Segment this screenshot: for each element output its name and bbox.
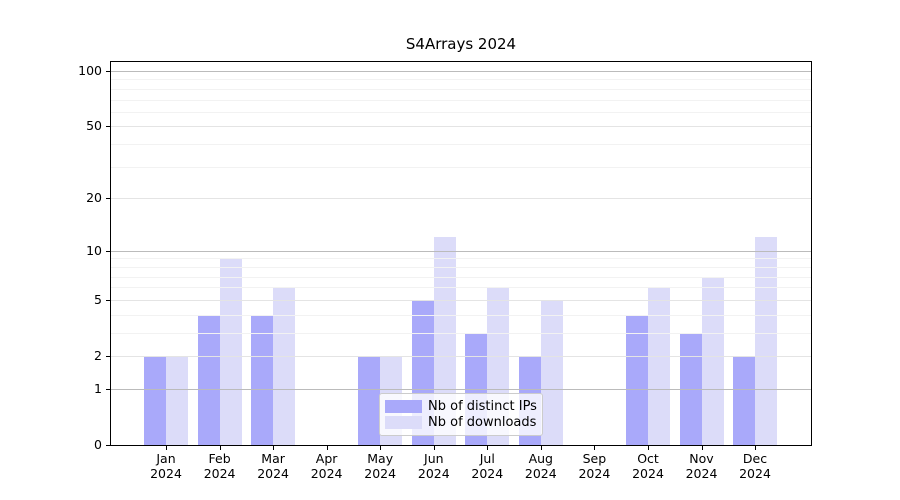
bar-ips-dec xyxy=(733,356,755,445)
legend-label-distinct-ips: Nb of distinct IPs xyxy=(428,399,537,414)
x-tick-apr xyxy=(327,446,328,450)
bar-ips-may xyxy=(358,356,380,445)
bar-downloads-mar xyxy=(273,287,295,445)
x-tick-jan xyxy=(166,446,167,450)
bar-ips-mar xyxy=(251,315,273,445)
legend-item-distinct-ips: Nb of distinct IPs xyxy=(385,398,536,415)
gridline-20 xyxy=(111,198,811,199)
gridline-30 xyxy=(111,167,811,168)
y-tick-label-50: 50 xyxy=(7,118,102,134)
x-tick-oct xyxy=(648,446,649,450)
chart-title: S4Arrays 2024 xyxy=(110,35,812,53)
legend: Nb of distinct IPs Nb of downloads xyxy=(379,393,543,436)
gridline-4 xyxy=(111,315,811,316)
x-tick-nov xyxy=(702,446,703,450)
y-tick-label-1: 1 xyxy=(7,381,102,397)
gridline-5 xyxy=(111,300,811,301)
x-tick-jul xyxy=(487,446,488,450)
x-tick-dec xyxy=(755,446,756,450)
x-tick-mar xyxy=(273,446,274,450)
legend-item-downloads: Nb of downloads xyxy=(385,415,536,432)
gridline-7 xyxy=(111,277,811,278)
y-tick-label-100: 100 xyxy=(7,63,102,79)
y-tick-label-10: 10 xyxy=(7,243,102,259)
y-tick-20 xyxy=(106,198,110,199)
x-tick-aug xyxy=(541,446,542,450)
legend-swatch-downloads xyxy=(385,416,422,429)
bar-ips-jan xyxy=(144,356,166,445)
gridline-3 xyxy=(111,333,811,334)
bar-ips-feb xyxy=(198,315,220,445)
x-tick-label-dec: Dec2024 xyxy=(723,451,787,481)
legend-swatch-distinct-ips xyxy=(385,400,422,413)
gridline-50 xyxy=(111,126,811,127)
gridline-100 xyxy=(111,71,811,72)
plot-area: Nb of distinct IPs Nb of downloads xyxy=(110,61,812,446)
y-tick-label-2: 2 xyxy=(7,348,102,364)
y-tick-50 xyxy=(106,126,110,127)
bar-downloads-nov xyxy=(702,277,724,446)
gridline-70 xyxy=(111,100,811,101)
y-tick-0 xyxy=(106,445,110,446)
bar-downloads-oct xyxy=(648,287,670,445)
gridline-2 xyxy=(111,356,811,357)
gridline-60 xyxy=(111,112,811,113)
x-tick-jun xyxy=(434,446,435,450)
x-tick-feb xyxy=(220,446,221,450)
legend-label-downloads: Nb of downloads xyxy=(428,415,536,430)
x-tick-sep xyxy=(594,446,595,450)
x-tick-may xyxy=(380,446,381,450)
gridline-9 xyxy=(111,258,811,259)
gridline-6 xyxy=(111,287,811,288)
bar-downloads-jan xyxy=(166,356,188,445)
download-stats-figure: S4Arrays 2024 Nb of distinct IPs Nb of d… xyxy=(0,0,900,500)
y-tick-label-20: 20 xyxy=(7,190,102,206)
y-tick-100 xyxy=(106,71,110,72)
gridline-40 xyxy=(111,144,811,145)
bar-downloads-aug xyxy=(541,300,563,445)
y-tick-label-5: 5 xyxy=(7,292,102,308)
bar-downloads-dec xyxy=(755,237,777,445)
gridline-1 xyxy=(111,389,811,390)
gridline-8 xyxy=(111,267,811,268)
y-tick-label-0: 0 xyxy=(7,437,102,453)
y-tick-2 xyxy=(106,356,110,357)
x-tick-month: Dec xyxy=(723,451,787,466)
y-tick-5 xyxy=(106,300,110,301)
gridline-80 xyxy=(111,89,811,90)
bar-ips-oct xyxy=(626,315,648,445)
x-tick-year: 2024 xyxy=(723,466,787,481)
gridline-10 xyxy=(111,251,811,252)
gridline-90 xyxy=(111,79,811,80)
y-tick-10 xyxy=(106,251,110,252)
y-tick-1 xyxy=(106,389,110,390)
